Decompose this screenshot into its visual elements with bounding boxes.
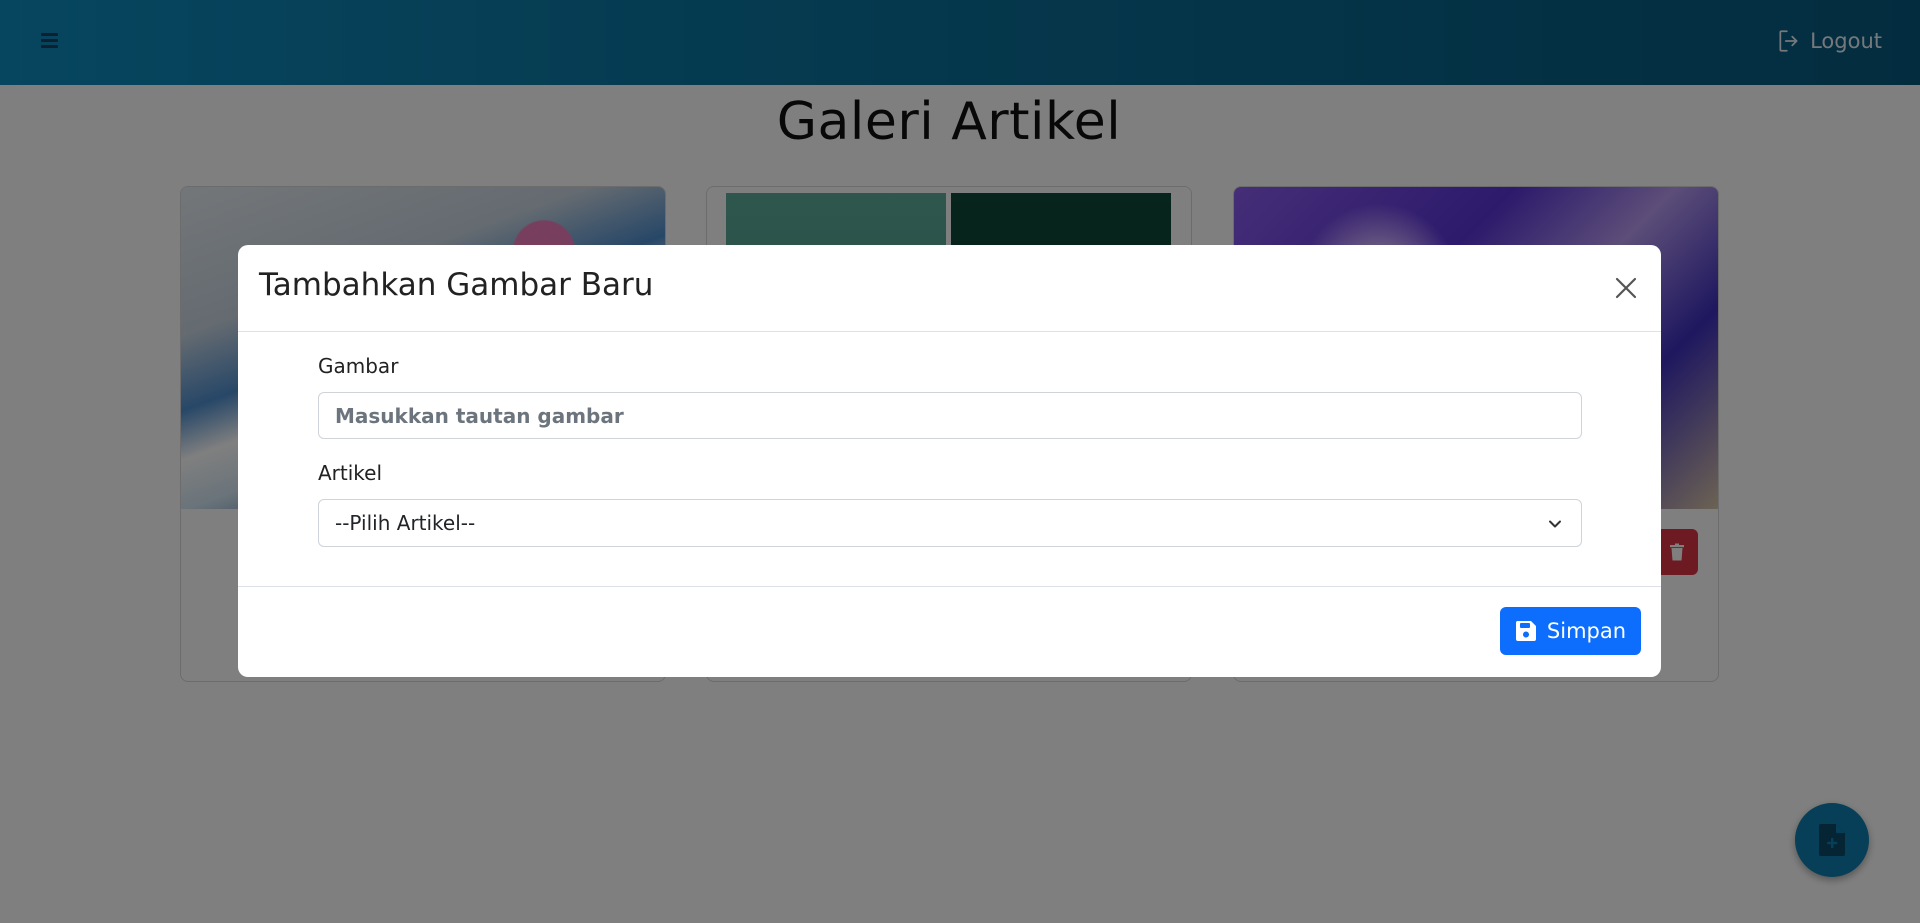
image-url-input[interactable] — [318, 392, 1582, 439]
floppy-disk-icon — [1515, 621, 1536, 641]
article-select-value: --Pilih Artikel-- — [335, 511, 476, 535]
save-button[interactable]: Simpan — [1500, 607, 1641, 655]
save-label: Simpan — [1546, 619, 1627, 643]
article-select[interactable]: --Pilih Artikel-- — [318, 499, 1582, 547]
close-icon — [1615, 277, 1637, 299]
chevron-down-icon — [1549, 520, 1561, 528]
image-field-label: Gambar — [318, 354, 399, 378]
modal-body: Gambar Artikel --Pilih Artikel-- — [238, 333, 1661, 833]
add-image-modal: Tambahkan Gambar Baru Gambar Artikel --P… — [238, 245, 1661, 677]
modal-footer: Simpan — [238, 586, 1661, 677]
modal-title: Tambahkan Gambar Baru — [259, 267, 654, 303]
close-button[interactable] — [1611, 273, 1641, 303]
article-field-label: Artikel — [318, 461, 383, 485]
modal-header: Tambahkan Gambar Baru — [238, 245, 1661, 332]
